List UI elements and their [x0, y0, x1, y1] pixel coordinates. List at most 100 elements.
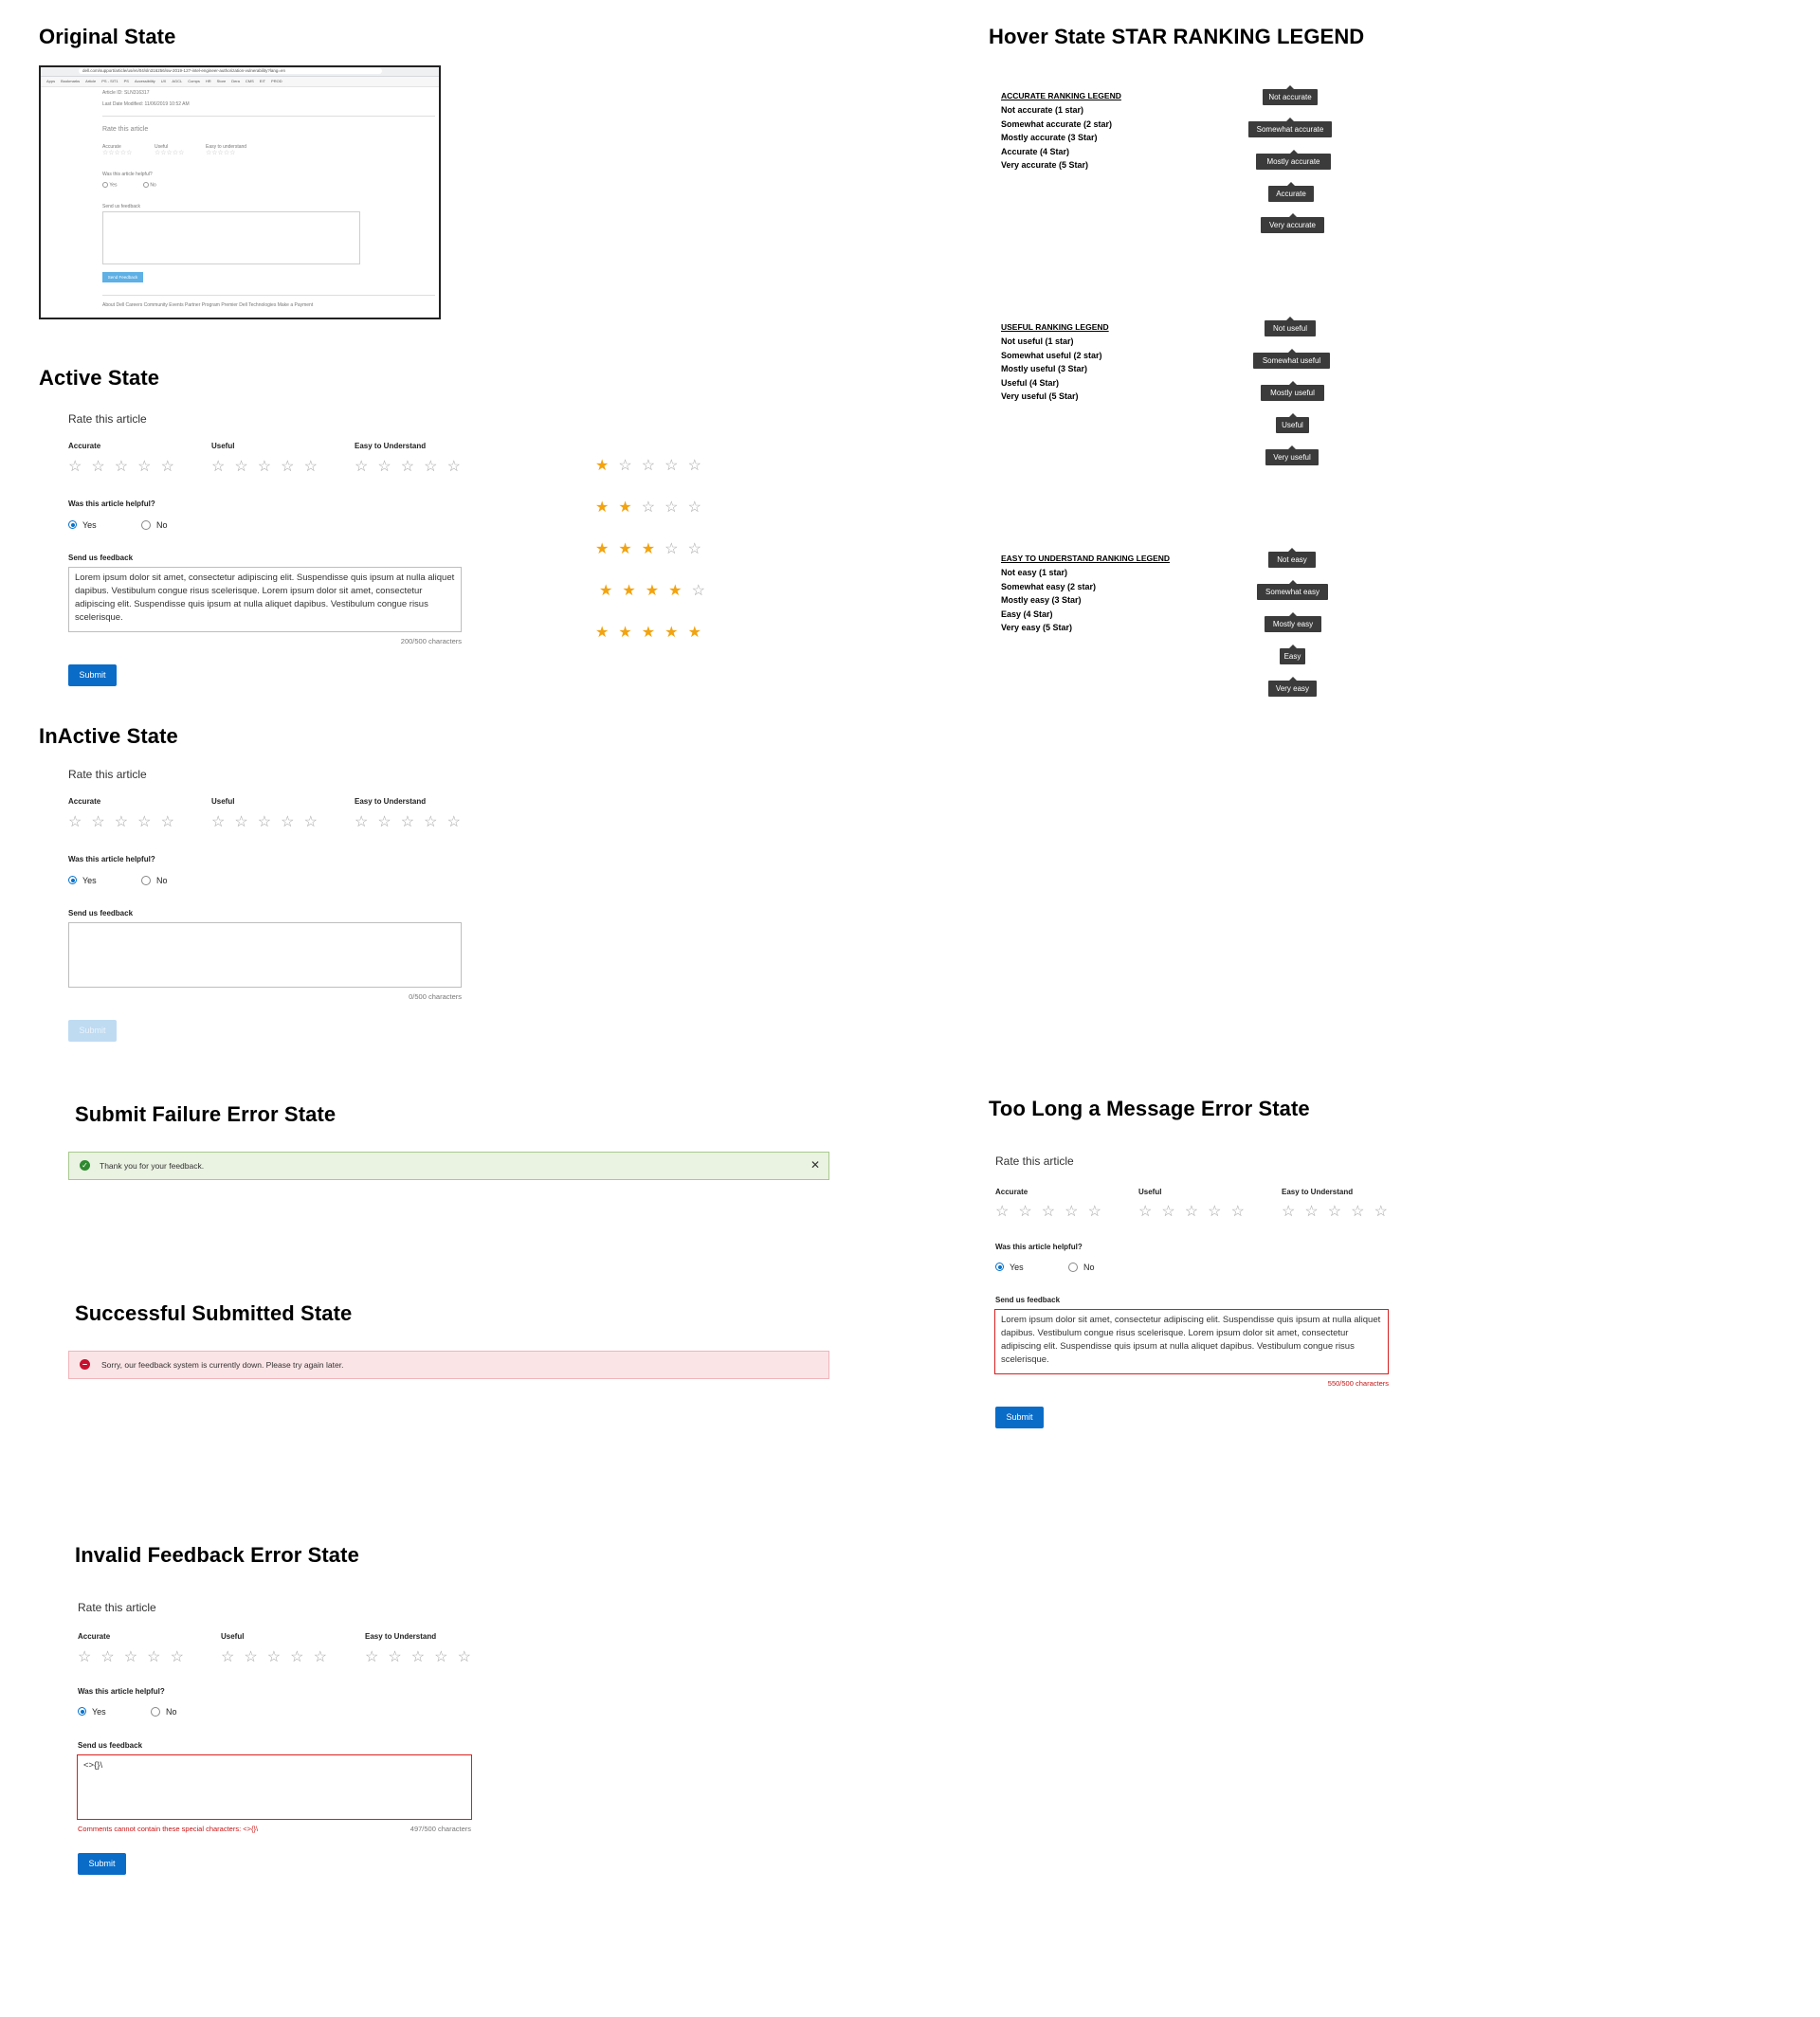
radio-no[interactable]: [141, 519, 151, 530]
star-icon[interactable]: ☆: [355, 460, 377, 475]
star-icon[interactable]: ☆: [1161, 1205, 1184, 1220]
star-icon[interactable]: ☆: [304, 460, 327, 475]
radio-no[interactable]: [1068, 1262, 1078, 1272]
inactive-useful-stars[interactable]: ☆ ☆ ☆ ☆ ☆: [211, 814, 327, 831]
star-icon[interactable]: ☆: [244, 1650, 266, 1665]
star-icon[interactable]: ☆: [1042, 1205, 1065, 1220]
radio-yes[interactable]: [68, 876, 77, 885]
star-icon[interactable]: ☆: [234, 460, 257, 475]
star-icon[interactable]: ☆: [424, 815, 446, 830]
inactive-feedback-textarea[interactable]: [68, 922, 462, 988]
star-icon[interactable]: ☆: [1231, 1205, 1254, 1220]
star-icon[interactable]: ☆: [258, 815, 281, 830]
active-useful-stars[interactable]: ☆ ☆ ☆ ☆ ☆: [211, 459, 327, 476]
invalid-yes-option[interactable]: Yes: [78, 1703, 106, 1720]
star-icon[interactable]: ☆: [221, 1650, 244, 1665]
star-icon[interactable]: ☆: [1282, 1205, 1304, 1220]
active-yes-option[interactable]: Yes: [68, 517, 97, 534]
radio-yes[interactable]: [995, 1263, 1004, 1272]
star-icon[interactable]: ☆: [377, 460, 400, 475]
star-icon[interactable]: ☆: [161, 460, 184, 475]
star-icon[interactable]: ☆: [1304, 1205, 1327, 1220]
star-icon[interactable]: ☆: [161, 815, 184, 830]
star-icon[interactable]: ☆: [124, 1650, 147, 1665]
invalid-rate-title: Rate this article: [78, 1601, 156, 1614]
close-icon[interactable]: ✕: [810, 1158, 820, 1172]
star-icon[interactable]: ☆: [1138, 1205, 1161, 1220]
star-icon[interactable]: ☆: [171, 1650, 193, 1665]
star-icon[interactable]: ☆: [388, 1650, 410, 1665]
star-icon: ☆: [687, 458, 701, 474]
active-accurate-stars[interactable]: ☆ ☆ ☆ ☆ ☆: [68, 459, 184, 476]
active-no-option[interactable]: No: [141, 517, 168, 534]
invalid-easy-stars[interactable]: ☆ ☆ ☆ ☆ ☆: [365, 1649, 481, 1666]
star-icon[interactable]: ☆: [458, 1650, 481, 1665]
toolong-easy-stars[interactable]: ☆ ☆ ☆ ☆ ☆: [1282, 1204, 1397, 1221]
star-icon[interactable]: ☆: [424, 460, 446, 475]
inactive-yes-option[interactable]: Yes: [68, 872, 97, 889]
invalid-accurate-stars[interactable]: ☆ ☆ ☆ ☆ ☆: [78, 1649, 193, 1666]
star-icon[interactable]: ☆: [447, 460, 470, 475]
toolong-feedback-textarea[interactable]: Lorem ipsum dolor sit amet, consectetur …: [994, 1309, 1389, 1374]
invalid-submit-button[interactable]: Submit: [78, 1853, 126, 1875]
star-icon[interactable]: ☆: [995, 1205, 1018, 1220]
star-icon[interactable]: ☆: [1351, 1205, 1374, 1220]
star-icon[interactable]: ☆: [234, 815, 257, 830]
active-feedback-textarea[interactable]: Lorem ipsum dolor sit amet, consectetur …: [68, 567, 462, 632]
star-icon[interactable]: ☆: [401, 815, 424, 830]
invalid-feedback-textarea[interactable]: <>{}\: [77, 1754, 472, 1820]
star-icon[interactable]: ☆: [115, 460, 137, 475]
star-icon[interactable]: ☆: [355, 815, 377, 830]
star-icon[interactable]: ☆: [1088, 1205, 1111, 1220]
star-icon[interactable]: ☆: [314, 1650, 337, 1665]
star-icon[interactable]: ☆: [365, 1650, 388, 1665]
toolong-useful-stars[interactable]: ☆ ☆ ☆ ☆ ☆: [1138, 1204, 1254, 1221]
star-icon[interactable]: ☆: [1185, 1205, 1208, 1220]
star-icon[interactable]: ☆: [1018, 1205, 1041, 1220]
star-icon[interactable]: ☆: [115, 815, 137, 830]
toolong-accurate-stars[interactable]: ☆ ☆ ☆ ☆ ☆: [995, 1204, 1111, 1221]
star-icon[interactable]: ☆: [304, 815, 327, 830]
star-icon[interactable]: ☆: [1065, 1205, 1087, 1220]
star-icon[interactable]: ☆: [281, 815, 303, 830]
inactive-submit-button[interactable]: Submit: [68, 1020, 117, 1042]
inactive-accurate-stars[interactable]: ☆ ☆ ☆ ☆ ☆: [68, 814, 184, 831]
star-icon[interactable]: ☆: [434, 1650, 457, 1665]
invalid-no-option[interactable]: No: [151, 1703, 177, 1720]
star-icon: ☆: [641, 458, 656, 474]
active-easy-stars[interactable]: ☆ ☆ ☆ ☆ ☆: [355, 459, 470, 476]
star-icon[interactable]: ☆: [100, 1650, 123, 1665]
inactive-easy-stars[interactable]: ☆ ☆ ☆ ☆ ☆: [355, 814, 470, 831]
star-icon[interactable]: ☆: [281, 460, 303, 475]
invalid-useful-stars[interactable]: ☆ ☆ ☆ ☆ ☆: [221, 1649, 337, 1666]
active-submit-button[interactable]: Submit: [68, 664, 117, 686]
toolong-no-option[interactable]: No: [1068, 1259, 1095, 1276]
inactive-no-option[interactable]: No: [141, 872, 168, 889]
star-icon[interactable]: ☆: [78, 1650, 100, 1665]
star-icon[interactable]: ☆: [401, 460, 424, 475]
star-icon[interactable]: ☆: [211, 815, 234, 830]
star-icon[interactable]: ☆: [147, 1650, 170, 1665]
star-icon[interactable]: ☆: [1208, 1205, 1230, 1220]
star-icon[interactable]: ☆: [447, 815, 470, 830]
star-icon[interactable]: ☆: [137, 815, 160, 830]
star-icon[interactable]: ☆: [1328, 1205, 1351, 1220]
radio-no[interactable]: [141, 875, 151, 885]
star-icon[interactable]: ☆: [91, 460, 114, 475]
star-icon[interactable]: ☆: [411, 1650, 434, 1665]
star-icon[interactable]: ☆: [68, 815, 91, 830]
star-icon[interactable]: ☆: [137, 460, 160, 475]
star-icon[interactable]: ☆: [267, 1650, 290, 1665]
star-icon[interactable]: ☆: [258, 460, 281, 475]
radio-yes[interactable]: [68, 520, 77, 530]
star-icon[interactable]: ☆: [377, 815, 400, 830]
star-icon[interactable]: ☆: [91, 815, 114, 830]
star-icon[interactable]: ☆: [211, 460, 234, 475]
toolong-yes-option[interactable]: Yes: [995, 1259, 1024, 1276]
star-icon[interactable]: ☆: [290, 1650, 313, 1665]
radio-yes[interactable]: [78, 1707, 86, 1717]
radio-no[interactable]: [151, 1706, 160, 1717]
toolong-submit-button[interactable]: Submit: [995, 1407, 1044, 1428]
star-icon[interactable]: ☆: [68, 460, 91, 475]
star-icon[interactable]: ☆: [1374, 1205, 1397, 1220]
